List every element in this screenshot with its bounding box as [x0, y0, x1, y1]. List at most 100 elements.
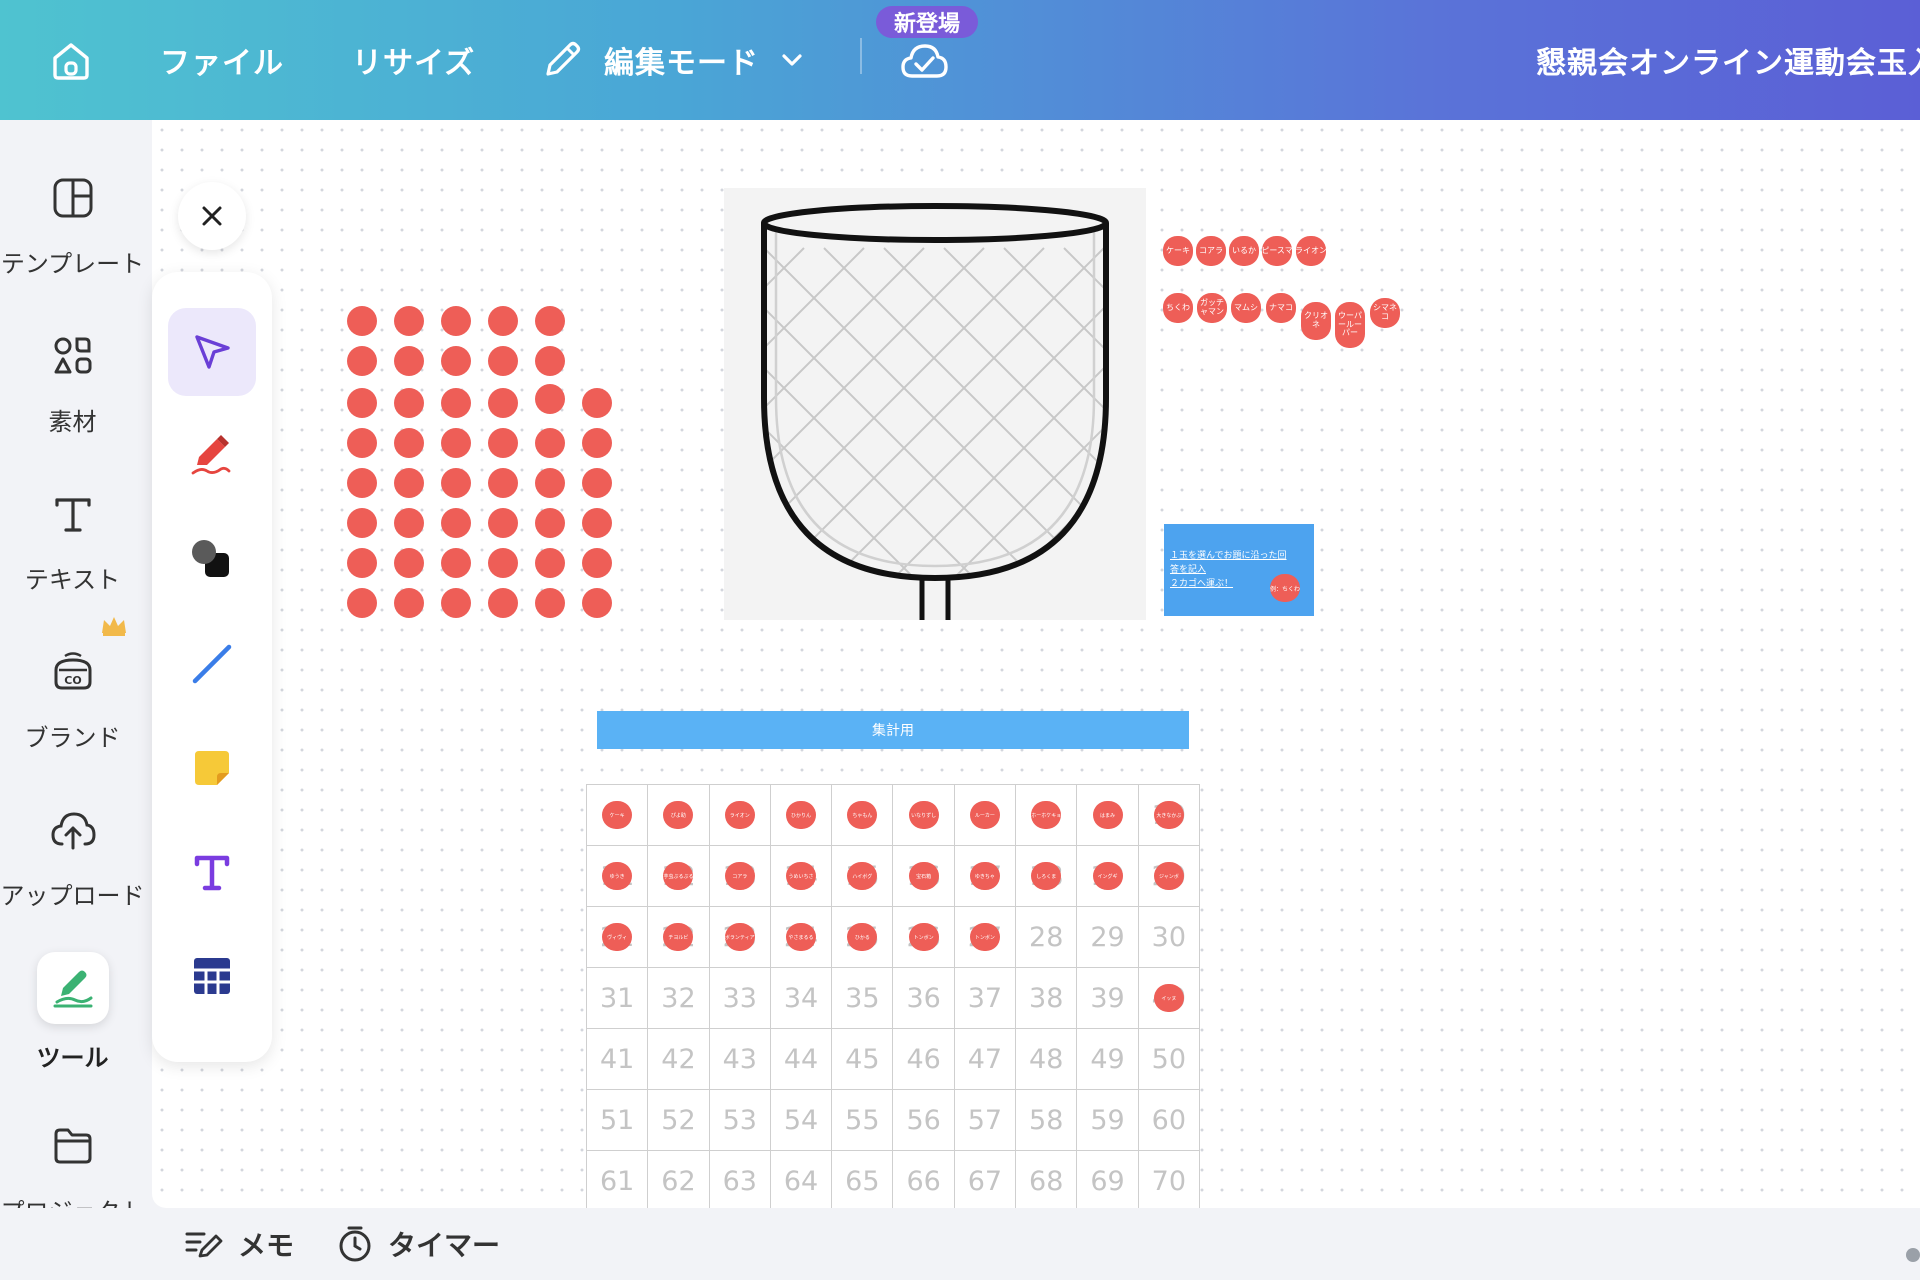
answer-ball[interactable]: ボランティア	[724, 923, 755, 951]
named-ball[interactable]: いるか	[1229, 236, 1259, 266]
table-cell[interactable]: 70	[1137, 1150, 1201, 1212]
table-cell[interactable]: 58	[1015, 1089, 1078, 1151]
answer-ball[interactable]: ひかりん	[786, 801, 817, 829]
answer-ball[interactable]: ゆきちゃ	[969, 862, 1000, 890]
answer-ball[interactable]: ひかる	[847, 923, 878, 951]
edit-mode-dropdown[interactable]: 編集モード	[540, 0, 805, 120]
table-cell[interactable]: 23ボランティア	[708, 906, 771, 968]
answer-ball[interactable]: ゆうき	[602, 862, 633, 890]
table-cell[interactable]: 66	[892, 1150, 955, 1212]
sidebar-item-elements[interactable]: 素材	[0, 324, 145, 437]
red-ball[interactable]	[441, 306, 471, 336]
table-cell[interactable]: 18しろくま	[1015, 845, 1078, 907]
table-cell[interactable]: 36	[892, 967, 955, 1029]
red-ball[interactable]	[535, 428, 565, 458]
table-cell[interactable]: 65	[831, 1150, 894, 1212]
table-cell[interactable]: 31	[585, 967, 649, 1029]
answer-ball[interactable]: しろくま	[1031, 862, 1062, 890]
table-cell[interactable]: 24やさまるる	[769, 906, 833, 968]
table-cell[interactable]: 4ひかりん	[769, 784, 833, 846]
resize-button[interactable]: リサイズ	[352, 0, 475, 120]
table-cell[interactable]: 34	[769, 967, 833, 1029]
red-ball[interactable]	[347, 548, 377, 578]
table-cell[interactable]: 20ジャンボ	[1137, 845, 1201, 907]
red-ball[interactable]	[347, 588, 377, 618]
shape-tool-button[interactable]	[168, 516, 256, 604]
sidebar-item-brand[interactable]: CO ブランド	[0, 640, 145, 753]
named-ball[interactable]: ガッチャマン	[1197, 293, 1227, 323]
red-ball[interactable]	[394, 388, 424, 418]
red-ball[interactable]	[535, 588, 565, 618]
sidebar-item-template[interactable]: テンプレート	[0, 166, 145, 279]
table-cell[interactable]: 51	[585, 1089, 649, 1151]
answer-ball[interactable]: ハイボグ	[847, 862, 878, 890]
home-button[interactable]	[46, 0, 96, 120]
table-cell[interactable]: 64	[769, 1150, 833, 1212]
table-cell[interactable]: 67	[953, 1150, 1017, 1212]
red-ball[interactable]	[582, 588, 612, 618]
table-cell[interactable]: 28	[1015, 906, 1078, 968]
table-cell[interactable]: 37	[953, 967, 1017, 1029]
red-ball[interactable]	[394, 508, 424, 538]
answer-ball[interactable]: 芋虫ぶるぶる	[663, 862, 694, 890]
red-ball[interactable]	[488, 428, 518, 458]
table-cell[interactable]: 52	[647, 1089, 710, 1151]
red-ball[interactable]	[488, 468, 518, 498]
table-cell[interactable]: 3ライオン	[708, 784, 771, 846]
table-cell[interactable]: 54	[769, 1089, 833, 1151]
table-cell[interactable]: 50	[1137, 1028, 1201, 1090]
red-ball[interactable]	[394, 306, 424, 336]
table-cell[interactable]: 48	[1015, 1028, 1078, 1090]
summary-banner[interactable]: 集計用	[597, 711, 1189, 749]
red-ball[interactable]	[441, 548, 471, 578]
sticky-note-tool-button[interactable]	[168, 724, 256, 812]
red-ball[interactable]	[394, 346, 424, 376]
pen-tool-button[interactable]	[168, 412, 256, 500]
file-menu-button[interactable]: ファイル	[160, 0, 284, 120]
table-cell[interactable]: 59	[1076, 1089, 1139, 1151]
red-ball[interactable]	[535, 508, 565, 538]
table-cell[interactable]: 38	[1015, 967, 1078, 1029]
answer-ball[interactable]: ヴィヴィ	[602, 923, 633, 951]
answer-ball[interactable]: ライオン	[724, 801, 755, 829]
red-ball[interactable]	[535, 468, 565, 498]
memo-button[interactable]: メモ	[184, 1208, 294, 1280]
table-cell[interactable]: 16宝石箱	[892, 845, 955, 907]
named-ball[interactable]: マムシ	[1231, 293, 1261, 323]
table-cell[interactable]: 11ゆうき	[585, 845, 649, 907]
select-tool-button[interactable]	[168, 308, 256, 396]
table-cell[interactable]: 13コアラ	[708, 845, 771, 907]
red-ball[interactable]	[394, 468, 424, 498]
answer-ball[interactable]: コアラ	[724, 862, 755, 890]
red-ball[interactable]	[347, 508, 377, 538]
answer-ball[interactable]: 大きなかぶ	[1153, 801, 1184, 829]
red-ball[interactable]	[347, 388, 377, 418]
answer-ball[interactable]: トンボン	[969, 923, 1000, 951]
table-cell[interactable]: 33	[708, 967, 771, 1029]
table-cell[interactable]: 17ゆきちゃ	[953, 845, 1017, 907]
red-ball[interactable]	[488, 346, 518, 376]
table-cell[interactable]: 14うめいちさ	[769, 845, 833, 907]
table-cell[interactable]: 40イッヌ	[1137, 967, 1201, 1029]
table-cell[interactable]: 46	[892, 1028, 955, 1090]
timer-button[interactable]: タイマー	[336, 1208, 500, 1280]
red-ball[interactable]	[441, 588, 471, 618]
answer-ball[interactable]: ホーホケキョ	[1031, 801, 1062, 829]
table-cell[interactable]: 53	[708, 1089, 771, 1151]
table-cell[interactable]: 55	[831, 1089, 894, 1151]
table-cell[interactable]: 9はまみ	[1076, 784, 1139, 846]
table-cell[interactable]: 63	[708, 1150, 771, 1212]
red-ball[interactable]	[394, 588, 424, 618]
answer-ball[interactable]: うめいちさ	[786, 862, 817, 890]
table-cell[interactable]: 35	[831, 967, 894, 1029]
answer-ball[interactable]: やさまるる	[786, 923, 817, 951]
named-ball[interactable]: コアラ	[1196, 236, 1226, 266]
red-ball[interactable]	[582, 548, 612, 578]
basket-image[interactable]	[724, 188, 1146, 620]
table-cell[interactable]: 47	[953, 1028, 1017, 1090]
red-ball[interactable]	[347, 306, 377, 336]
red-ball[interactable]	[394, 428, 424, 458]
table-cell[interactable]: 1ケーキ	[585, 784, 649, 846]
table-cell[interactable]: 12芋虫ぶるぶる	[647, 845, 710, 907]
answer-ball[interactable]: チヨルビ	[663, 923, 694, 951]
